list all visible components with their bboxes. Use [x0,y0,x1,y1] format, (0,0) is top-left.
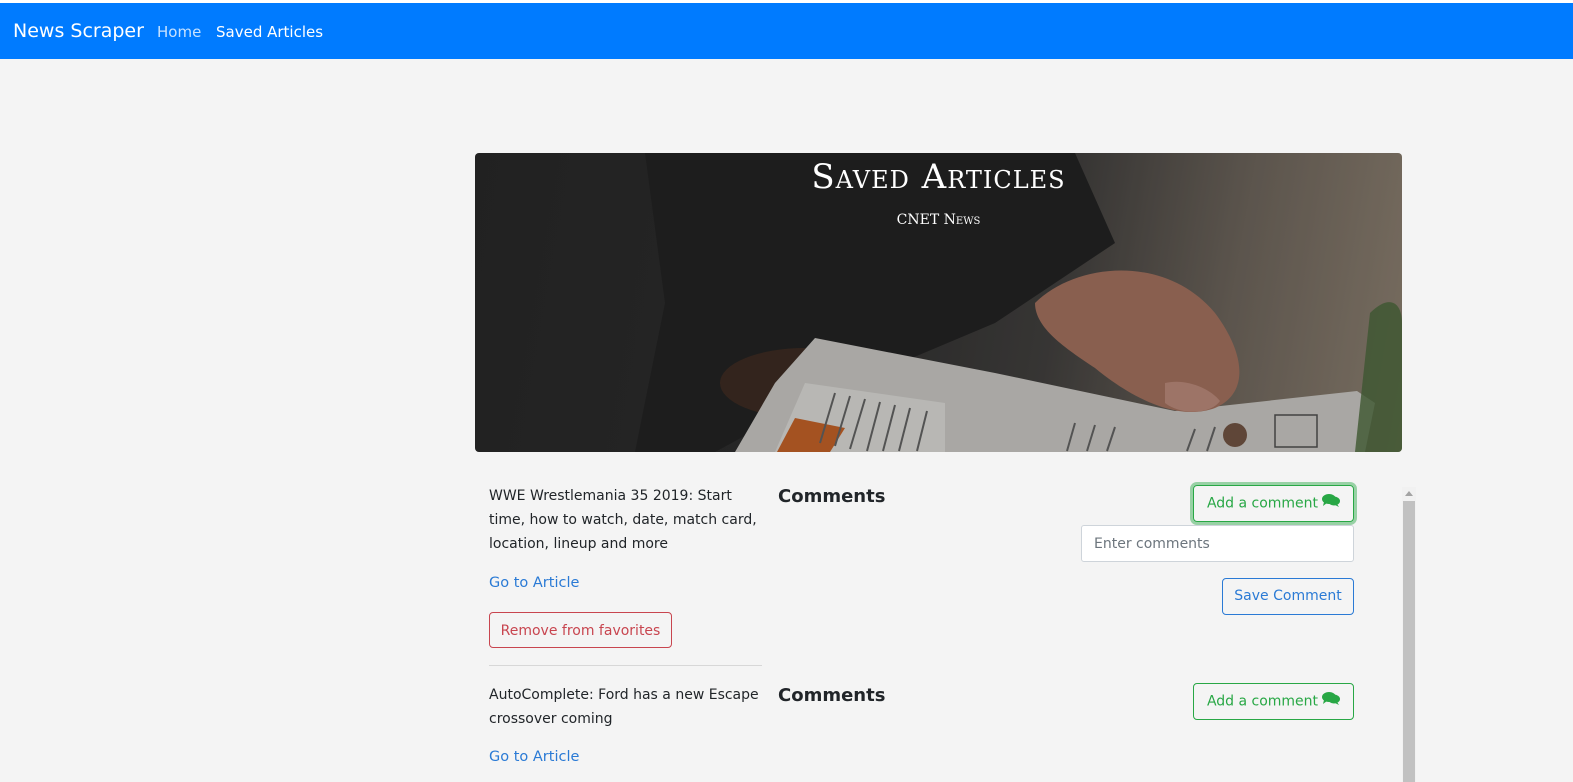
hero-subtitle: CNET News [896,212,981,228]
go-to-article-link[interactable]: Go to Article [489,575,579,591]
navbar: News Scraper Home Saved Articles [0,3,1573,59]
add-comment-button[interactable]: Add a comment [1193,683,1354,720]
add-comment-label: Add a comment [1206,495,1319,512]
go-to-article-link[interactable]: Go to Article [489,749,579,765]
scrollbar-thumb[interactable] [1403,501,1415,782]
nav-link-saved-articles[interactable]: Saved Articles [216,23,323,41]
navbar-brand[interactable]: News Scraper [13,20,144,42]
comments-heading: Comments [778,486,886,507]
hero-photo [475,153,1402,452]
comment-input[interactable] [1081,525,1354,562]
hero-title: Saved Articles [811,157,1066,197]
scroll-up-arrow-icon[interactable] [1404,489,1414,497]
article-title: AutoComplete: Ford has a new Escape cros… [489,687,759,727]
comments-icon [1322,684,1341,719]
article-title: WWE Wrestlemania 35 2019: Start time, ho… [489,488,757,552]
add-comment-label: Add a comment [1206,693,1319,710]
save-comment-button[interactable]: Save Comment [1222,578,1354,615]
comments-icon [1322,486,1341,521]
nav-link-home[interactable]: Home [157,23,201,41]
hero-banner: Saved Articles CNET News [475,153,1402,452]
article-divider [489,665,762,666]
remove-from-favorites-button[interactable]: Remove from favorites [489,612,672,648]
add-comment-button[interactable]: Add a comment [1193,485,1354,522]
comments-heading: Comments [778,685,886,706]
